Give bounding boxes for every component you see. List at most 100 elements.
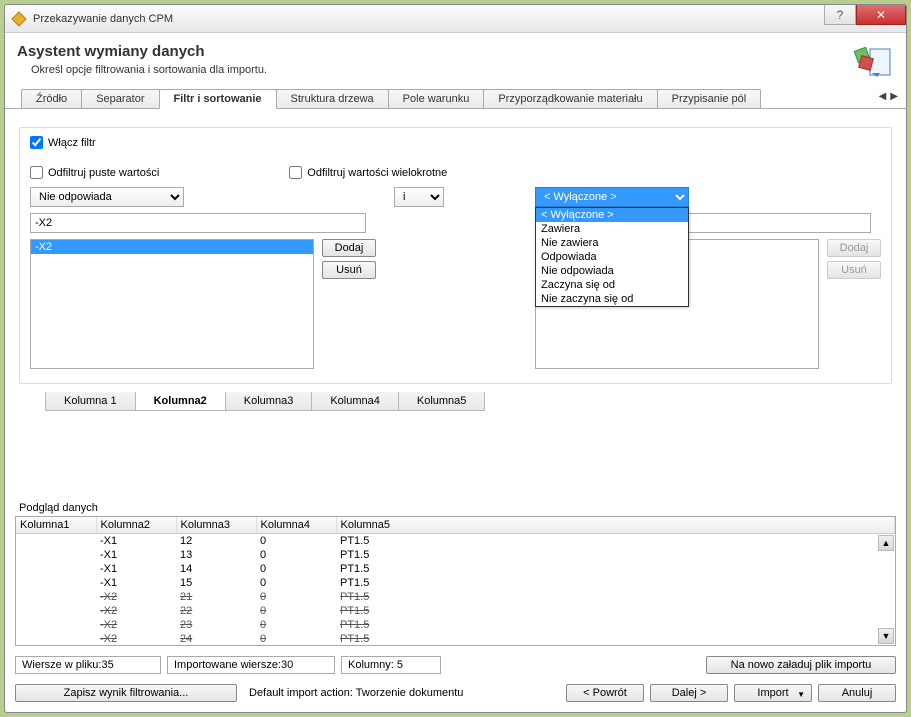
tab-scroll-right-icon[interactable]: ▶ [890,91,898,102]
columns-status: Kolumny: 5 [341,656,441,674]
table-cell: 0 [256,590,336,604]
table-cell: PT1.5 [336,632,895,646]
table-cell: 13 [176,548,256,562]
option-contains[interactable]: Zawiera [536,222,688,236]
filter-empty-label: Odfiltruj puste wartości [48,167,159,179]
list-item[interactable]: -X2 [31,240,313,254]
table-cell: -X1 [96,534,176,549]
table-row[interactable]: -X2220PT1.5 [16,604,895,618]
option-starts-with[interactable]: Zaczyna się od [536,278,688,292]
col-header[interactable]: Kolumna4 [256,517,336,534]
scroll-down-icon[interactable]: ▼ [878,628,894,644]
table-cell: PT1.5 [336,576,895,590]
table-cell: 0 [256,632,336,646]
table-row[interactable]: -X1140PT1.5 [16,562,895,576]
rows-in-file-status: Wiersze w pliku:35 [15,656,161,674]
option-not-contains[interactable]: Nie zawiera [536,236,688,250]
header: Asystent wymiany danych Określ opcje fil… [5,33,906,89]
right-condition-select[interactable]: < Wyłączone > [535,187,689,207]
option-matches[interactable]: Odpowiada [536,250,688,264]
subtab-col4[interactable]: Kolumna4 [311,392,399,411]
col-header[interactable]: Kolumna3 [176,517,256,534]
left-value-input[interactable] [30,213,366,233]
option-not-matches[interactable]: Nie odpowiada [536,264,688,278]
enable-filter-checkbox[interactable]: Włącz filtr [30,136,96,149]
column-subtabs: Kolumna 1 Kolumna2 Kolumna3 Kolumna4 Kol… [45,392,892,411]
table-row[interactable]: -X1150PT1.5 [16,576,895,590]
right-add-button[interactable]: Dodaj [827,239,881,257]
left-remove-button[interactable]: Usuń [322,261,376,279]
filter-group: Włącz filtr Odfiltruj puste wartości Odf… [19,127,892,384]
tab-filter-sort[interactable]: Filtr i sortowanie [159,89,277,109]
preview-grid[interactable]: Kolumna1 Kolumna2 Kolumna3 Kolumna4 Kolu… [15,516,896,646]
filter-empty-checkbox[interactable]: Odfiltruj puste wartości [30,166,159,179]
table-cell [16,590,96,604]
imported-rows-status: Importowane wiersze:30 [167,656,335,674]
window-buttons: ? ✕ [824,5,906,25]
table-cell [16,604,96,618]
right-condition-group: < Wyłączone > < Wyłączone > Zawiera Nie … [535,187,881,369]
filter-empty-input[interactable] [30,166,43,179]
table-cell: -X1 [96,548,176,562]
next-button[interactable]: Dalej > [650,684,728,702]
table-row[interactable]: -X2240PT1.5 [16,632,895,646]
left-add-button[interactable]: Dodaj [322,239,376,257]
tab-field-assignment[interactable]: Przypisanie pól [657,89,762,108]
table-cell: PT1.5 [336,562,895,576]
subtab-col3[interactable]: Kolumna3 [225,392,313,411]
app-icon [11,11,27,27]
tab-condition-field[interactable]: Pole warunku [388,89,485,108]
table-cell: -X2 [96,632,176,646]
table-cell: PT1.5 [336,618,895,632]
back-button[interactable]: < Powrót [566,684,644,702]
data-preview: Podgląd danych Kolumna1 Kolumna2 Kolumna… [15,502,896,646]
option-not-starts-with[interactable]: Nie zaczyna się od [536,292,688,306]
table-row[interactable]: -X2230PT1.5 [16,618,895,632]
header-heading: Asystent wymiany danych [17,43,267,60]
tab-source[interactable]: Źródło [21,89,82,108]
status-row: Wiersze w pliku:35 Importowane wiersze:3… [5,652,906,678]
left-condition-select[interactable]: Nie odpowiada [30,187,184,207]
filter-multi-checkbox[interactable]: Odfiltruj wartości wielokrotne [289,166,447,179]
right-condition-dropdown[interactable]: < Wyłączone > Zawiera Nie zawiera Odpowi… [535,207,689,307]
table-cell: 15 [176,576,256,590]
table-row[interactable]: -X2210PT1.5 [16,590,895,604]
chevron-down-icon: ▼ [797,690,805,699]
enable-filter-input[interactable] [30,136,43,149]
reload-import-button[interactable]: Na nowo załaduj plik importu [706,656,896,674]
table-cell: -X1 [96,576,176,590]
subtab-col5[interactable]: Kolumna5 [398,392,486,411]
left-values-list[interactable]: -X2 [30,239,314,369]
table-cell: -X1 [96,562,176,576]
right-remove-button[interactable]: Usuń [827,261,881,279]
subtab-col2[interactable]: Kolumna2 [135,392,226,411]
import-button[interactable]: Import▼ [734,684,812,702]
table-cell: 0 [256,534,336,549]
subtab-col1[interactable]: Kolumna 1 [45,392,136,411]
table-cell: 0 [256,604,336,618]
table-cell: 23 [176,618,256,632]
table-row[interactable]: -X1130PT1.5 [16,548,895,562]
filter-multi-input[interactable] [289,166,302,179]
conjunction-select[interactable]: i [394,187,444,207]
save-filter-result-button[interactable]: Zapisz wynik filtrowania... [15,684,237,702]
dialog-window: Przekazywanie danych CPM ? ✕ Asystent wy… [4,4,907,713]
table-row[interactable]: -X1120PT1.5 [16,534,895,549]
col-header[interactable]: Kolumna1 [16,517,96,534]
cancel-button[interactable]: Anuluj [818,684,896,702]
tab-separator[interactable]: Separator [81,89,159,108]
table-cell [16,618,96,632]
tab-tree-structure[interactable]: Struktura drzewa [276,89,389,108]
help-button[interactable]: ? [824,5,856,25]
table-cell: 0 [256,562,336,576]
enable-filter-label: Włącz filtr [48,137,96,149]
scroll-up-icon[interactable]: ▲ [878,535,894,551]
option-disabled[interactable]: < Wyłączone > [536,208,688,222]
col-header[interactable]: Kolumna2 [96,517,176,534]
tab-scroll-left-icon[interactable]: ◀ [879,91,887,102]
col-header[interactable]: Kolumna5 [336,517,895,534]
close-button[interactable]: ✕ [856,5,906,25]
table-cell: 21 [176,590,256,604]
table-cell: PT1.5 [336,534,895,549]
tab-material-assignment[interactable]: Przyporządkowanie materiału [483,89,657,108]
